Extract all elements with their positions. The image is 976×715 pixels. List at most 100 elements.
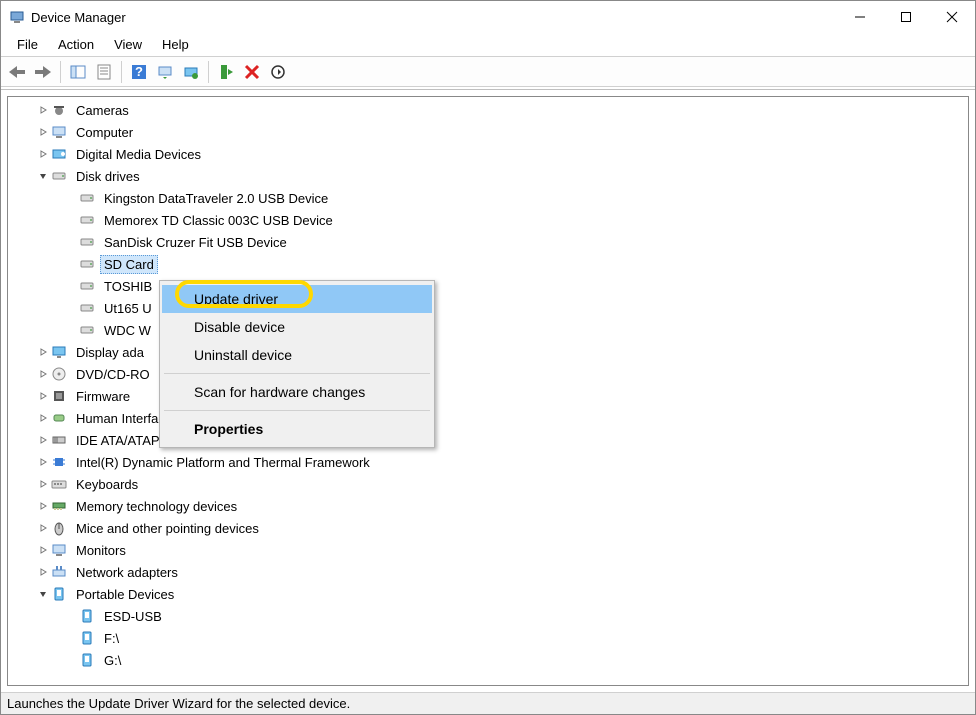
tree-row[interactable]: Human Interface Devices <box>8 407 968 429</box>
expand-icon[interactable] <box>36 479 50 489</box>
disk-icon <box>78 277 96 295</box>
firmware-icon <box>50 387 68 405</box>
show-hide-console-tree-button[interactable] <box>66 60 90 84</box>
update-driver-button[interactable] <box>179 60 203 84</box>
chip-icon <box>50 453 68 471</box>
menu-file[interactable]: File <box>7 34 48 55</box>
expand-icon[interactable] <box>36 369 50 379</box>
disk-icon <box>78 211 96 229</box>
tree-item-label: SanDisk Cruzer Fit USB Device <box>100 233 291 252</box>
context-menu-item-uninstall-device[interactable]: Uninstall device <box>162 341 432 369</box>
tree-row[interactable]: Intel(R) Dynamic Platform and Thermal Fr… <box>8 451 968 473</box>
maximize-button[interactable] <box>883 1 929 33</box>
toolbar-separator <box>60 61 61 83</box>
scan-hardware-button[interactable] <box>153 60 177 84</box>
tree-item-label: WDC W <box>100 321 155 340</box>
content-area: Cameras ComputerDigital Media Devices Disk… <box>1 89 975 692</box>
expand-icon[interactable] <box>36 105 50 115</box>
expand-icon[interactable] <box>36 149 50 159</box>
tree-row[interactable]: Memory technology devices <box>8 495 968 517</box>
tree-row[interactable]: Disk drives <box>8 165 968 187</box>
tree-item-label: Keyboards <box>72 475 142 494</box>
svg-text:?: ? <box>135 64 143 79</box>
tree-item-label: Computer <box>72 123 137 142</box>
tree-item-label: Monitors <box>72 541 130 560</box>
expand-icon[interactable] <box>36 457 50 467</box>
dvd-icon <box>50 365 68 383</box>
tree-row[interactable]: ESD-USB <box>8 605 968 627</box>
properties-button[interactable] <box>92 60 116 84</box>
window-title: Device Manager <box>31 10 837 25</box>
disable-device-button[interactable] <box>266 60 290 84</box>
tree-row[interactable]: Digital Media Devices <box>8 143 968 165</box>
collapse-icon[interactable] <box>36 171 50 181</box>
tree-item-label: Ut165 U <box>100 299 156 318</box>
menu-help[interactable]: Help <box>152 34 199 55</box>
computer-icon <box>50 123 68 141</box>
tree-item-label: Disk drives <box>72 167 144 186</box>
context-menu-separator <box>164 373 430 374</box>
tree-row[interactable]: SD Card <box>8 253 968 275</box>
tree-row[interactable]: Memorex TD Classic 003C USB Device <box>8 209 968 231</box>
tree-row[interactable]: SanDisk Cruzer Fit USB Device <box>8 231 968 253</box>
uninstall-device-button[interactable] <box>240 60 264 84</box>
expand-icon[interactable] <box>36 545 50 555</box>
expand-icon[interactable] <box>36 567 50 577</box>
tree-row[interactable]: Firmware <box>8 385 968 407</box>
menu-view[interactable]: View <box>104 34 152 55</box>
context-menu: Update driverDisable deviceUninstall dev… <box>159 280 435 448</box>
tree-row[interactable]: F:\ <box>8 627 968 649</box>
toolbar: ? <box>1 57 975 87</box>
keyboard-icon <box>50 475 68 493</box>
tree-item-label: Network adapters <box>72 563 182 582</box>
tree-row[interactable]: Computer <box>8 121 968 143</box>
tree-item-label: Memory technology devices <box>72 497 241 516</box>
tree-item-label: Intel(R) Dynamic Platform and Thermal Fr… <box>72 453 374 472</box>
context-menu-separator <box>164 410 430 411</box>
context-menu-item-properties[interactable]: Properties <box>162 415 432 443</box>
expand-icon[interactable] <box>36 501 50 511</box>
device-tree[interactable]: Cameras ComputerDigital Media Devices Disk… <box>8 97 968 685</box>
expand-icon[interactable] <box>36 391 50 401</box>
expand-icon[interactable] <box>36 127 50 137</box>
close-button[interactable] <box>929 1 975 33</box>
tree-row[interactable]: WDC W <box>8 319 968 341</box>
help-button[interactable]: ? <box>127 60 151 84</box>
tree-row[interactable]: Cameras <box>8 99 968 121</box>
collapse-icon[interactable] <box>36 589 50 599</box>
tree-row[interactable]: TOSHIB <box>8 275 968 297</box>
tree-row[interactable]: Network adapters <box>8 561 968 583</box>
menu-action[interactable]: Action <box>48 34 104 55</box>
context-menu-item-disable-device[interactable]: Disable device <box>162 313 432 341</box>
tree-row[interactable]: Kingston DataTraveler 2.0 USB Device <box>8 187 968 209</box>
tree-row[interactable]: G:\ <box>8 649 968 671</box>
display-icon <box>50 343 68 361</box>
disk-icon <box>78 321 96 339</box>
status-text: Launches the Update Driver Wizard for th… <box>7 696 350 711</box>
minimize-button[interactable] <box>837 1 883 33</box>
tree-item-label: G:\ <box>100 651 125 670</box>
expand-icon[interactable] <box>36 523 50 533</box>
back-button[interactable] <box>5 60 29 84</box>
tree-row[interactable]: Ut165 U <box>8 297 968 319</box>
tree-row[interactable]: Mice and other pointing devices <box>8 517 968 539</box>
forward-button[interactable] <box>31 60 55 84</box>
tree-row[interactable]: Monitors <box>8 539 968 561</box>
toolbar-separator <box>121 61 122 83</box>
portable-icon <box>50 585 68 603</box>
tree-item-label: Display ada <box>72 343 148 362</box>
context-menu-item-scan-for-hardware-changes[interactable]: Scan for hardware changes <box>162 378 432 406</box>
status-bar: Launches the Update Driver Wizard for th… <box>1 692 975 714</box>
expand-icon[interactable] <box>36 413 50 423</box>
enable-device-button[interactable] <box>214 60 238 84</box>
tree-item-label: ESD-USB <box>100 607 166 626</box>
tree-row[interactable]: Keyboards <box>8 473 968 495</box>
tree-item-label: Cameras <box>72 101 133 120</box>
context-menu-item-update-driver[interactable]: Update driver <box>162 285 432 313</box>
tree-row[interactable]: Display ada <box>8 341 968 363</box>
expand-icon[interactable] <box>36 347 50 357</box>
tree-row[interactable]: Portable Devices <box>8 583 968 605</box>
tree-row[interactable]: DVD/CD-RO <box>8 363 968 385</box>
expand-icon[interactable] <box>36 435 50 445</box>
tree-row[interactable]: IDE ATA/ATAPI controllers <box>8 429 968 451</box>
